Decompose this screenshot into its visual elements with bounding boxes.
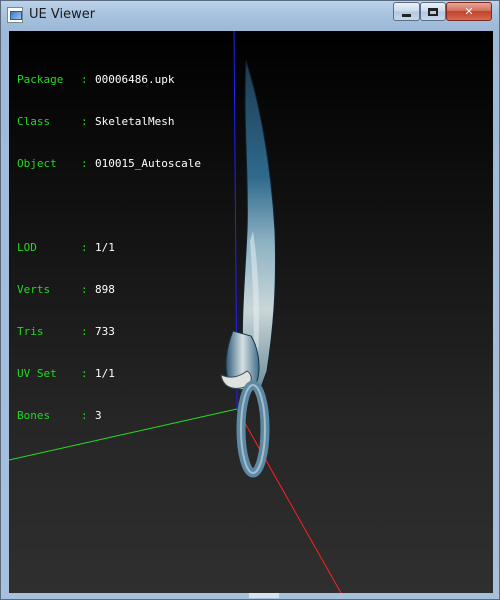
info-label: UV Set [17,367,57,380]
3d-viewport[interactable]: Package: 00006486.upk Class: SkeletalMes… [9,31,493,593]
info-value: 1/1 [95,367,115,380]
maximize-button[interactable] [420,2,446,21]
info-label: Object [17,157,57,170]
title-bar[interactable]: UE Viewer ✕ [1,1,499,30]
info-label: Package [17,73,64,86]
minimize-icon [402,13,411,17]
close-icon: ✕ [464,5,474,18]
info-row-object: Object: 010015_Autoscale [17,157,201,170]
info-label: Tris [17,325,44,338]
info-label: LOD [17,241,37,254]
info-row-package: Package: 00006486.upk [17,73,175,86]
info-row-tris: Tris: 733 [17,325,115,338]
info-value: 010015_Autoscale [95,157,201,170]
info-label: Bones [17,409,51,422]
app-icon[interactable] [7,7,23,23]
info-value: 3 [95,409,102,422]
info-row-uvset: UV Set: 1/1 [17,367,115,380]
info-value: 733 [95,325,115,338]
window-title: UE Viewer [29,7,96,22]
app-window: UE Viewer ✕ Package: 00006486.upk Class… [0,0,500,600]
info-row-bones: Bones: 3 [17,409,102,422]
info-row-class: Class: SkeletalMesh [17,115,175,128]
info-value: SkeletalMesh [95,115,175,128]
info-row-lod: LOD: 1/1 [17,241,115,254]
mesh-info-overlay: Package: 00006486.upk Class: SkeletalMes… [17,45,201,451]
close-button[interactable]: ✕ [446,2,492,21]
info-row-verts: Verts: 898 [17,283,115,296]
info-label: Verts [17,283,51,296]
info-value: 1/1 [95,241,115,254]
minimize-button[interactable] [393,2,420,21]
info-label: Class [17,115,51,128]
axis-x-line [236,408,342,593]
info-value: 898 [95,283,115,296]
resize-grip[interactable] [249,593,279,598]
info-value: 00006486.upk [95,73,175,86]
maximize-icon [428,7,438,16]
